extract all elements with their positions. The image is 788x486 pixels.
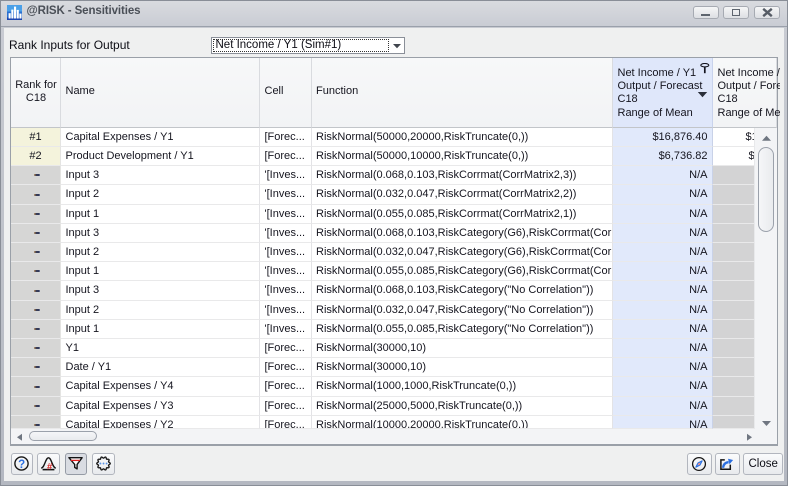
svg-text:?: ? bbox=[18, 459, 25, 471]
svg-text:#: # bbox=[47, 462, 53, 473]
